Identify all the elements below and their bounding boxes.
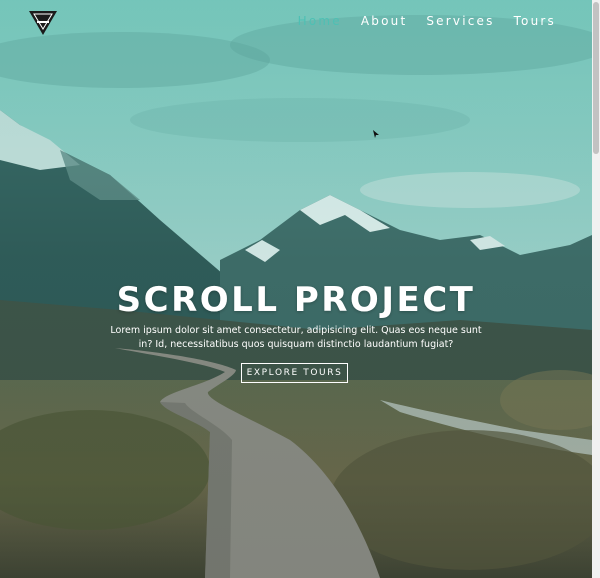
scrollbar-thumb[interactable] <box>593 2 599 154</box>
nav-item-home[interactable]: Home <box>298 14 342 28</box>
main-nav: Home About Services Tours <box>298 14 556 28</box>
nav-item-services[interactable]: Services <box>426 14 494 28</box>
hero-description: Lorem ipsum dolor sit amet consectetur, … <box>110 325 482 350</box>
triangle-logo-icon[interactable] <box>28 10 58 36</box>
hero-title: SCROLL PROJECT <box>116 280 476 320</box>
explore-tours-button[interactable]: EXPLORE TOURS <box>241 363 348 383</box>
page-scrollbar[interactable] <box>592 0 600 578</box>
mouse-cursor-icon <box>373 130 379 138</box>
nav-item-tours[interactable]: Tours <box>514 14 556 28</box>
nav-item-about[interactable]: About <box>361 14 407 28</box>
hero-section: Home About Services Tours SCROLL PROJECT… <box>0 0 600 578</box>
